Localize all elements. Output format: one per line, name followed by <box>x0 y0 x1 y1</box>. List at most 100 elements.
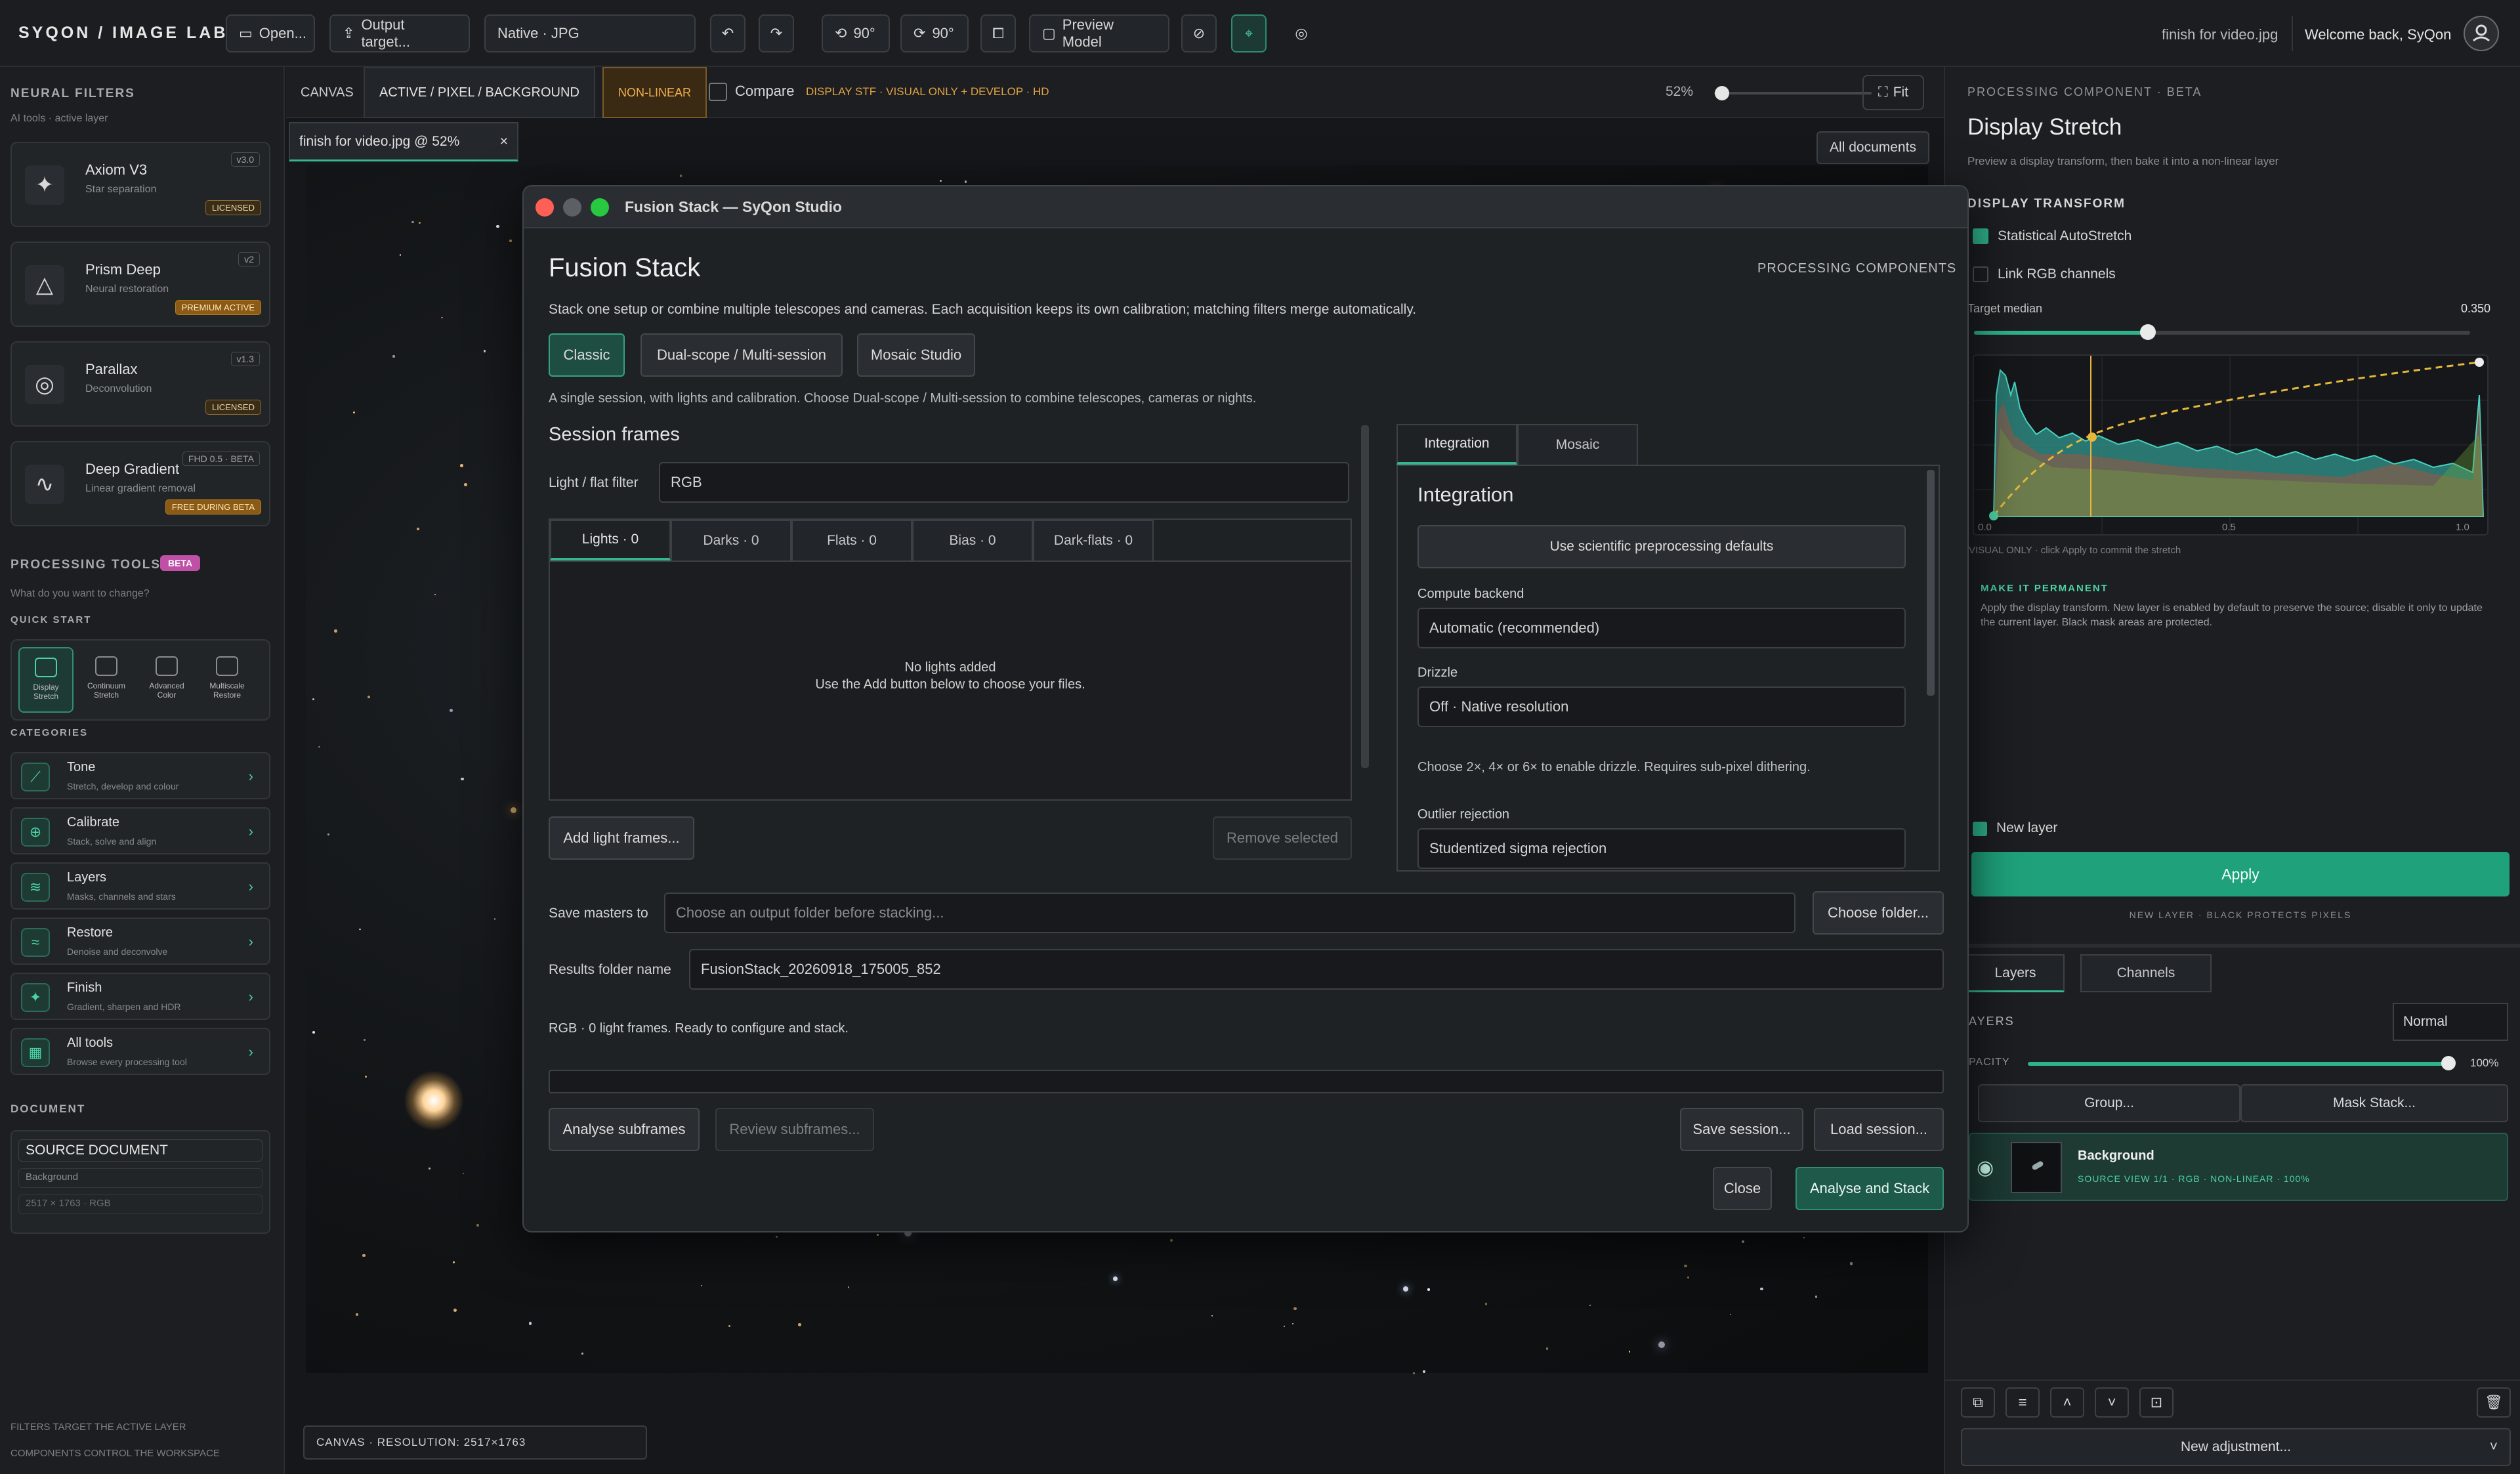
tab-dark-flats[interactable]: Dark-flats · 0 <box>1033 520 1154 560</box>
filter-card-prism[interactable]: △ Prism Deep Neural restoration v2 PREMI… <box>10 242 270 327</box>
quick-continuum-stretch[interactable]: Continuum Stretch <box>79 647 134 713</box>
new-adjustment-select[interactable]: New adjustment... ˅ <box>1961 1428 2511 1466</box>
crop-button[interactable]: ⧠ <box>980 14 1016 53</box>
compute-select[interactable]: Automatic (recommended) <box>1418 608 1906 648</box>
stack-layer-button[interactable]: ≡ <box>2006 1387 2040 1418</box>
tab-layers[interactable]: Layers <box>1966 954 2065 992</box>
rotate-right-button[interactable]: ⟳ 90° <box>900 14 969 53</box>
open-button[interactable]: ▭ Open... <box>226 14 315 53</box>
tab-flats[interactable]: Flats · 0 <box>791 520 912 560</box>
category-tone[interactable]: ⟋ Tone Stretch, develop and colour › <box>10 752 270 799</box>
canvas-path[interactable]: ACTIVE / PIXEL / BACKGROUND <box>364 67 595 118</box>
minimize-window-button[interactable] <box>563 198 581 217</box>
zoom-slider-handle[interactable] <box>1715 86 1729 100</box>
tab-lights[interactable]: Lights · 0 <box>550 520 671 560</box>
delete-layer-button[interactable]: 🗑 <box>2477 1387 2511 1418</box>
frames-list[interactable]: No lights added Use the Add button below… <box>550 560 1351 799</box>
tab-channels[interactable]: Channels <box>2080 954 2212 992</box>
visual-only-note: VISUAL ONLY · click Apply to commit the … <box>1969 545 2181 556</box>
layer-row-background[interactable]: ◉ Background SOURCE VIEW 1/1 · RGB · NON… <box>1969 1133 2508 1201</box>
target-button[interactable]: ⌖ <box>1231 14 1267 53</box>
star <box>1293 1307 1297 1310</box>
mask-stack-button[interactable]: Mask Stack... <box>2240 1084 2508 1122</box>
all-documents-button[interactable]: All documents <box>1816 131 1929 164</box>
drizzle-select[interactable]: Off · Native resolution <box>1418 686 1906 727</box>
category-calibrate[interactable]: ⊕ Calibrate Stack, solve and align › <box>10 807 270 854</box>
fit-layer-button[interactable]: ⊡ <box>2139 1387 2174 1418</box>
remove-selected-button[interactable]: Remove selected <box>1213 816 1352 860</box>
tab-darks[interactable]: Darks · 0 <box>671 520 791 560</box>
tab-bias[interactable]: Bias · 0 <box>912 520 1033 560</box>
format-select[interactable]: Native · JPG <box>484 14 696 53</box>
review-subframes-button[interactable]: Review subframes... <box>715 1108 874 1151</box>
quick-multiscale-restore[interactable]: Multiscale Restore <box>200 647 255 713</box>
avatar[interactable] <box>2464 16 2499 51</box>
move-up-button[interactable]: ˄ <box>2050 1387 2084 1418</box>
analyse-subframes-button[interactable]: Analyse subframes <box>549 1108 700 1151</box>
target-median-slider[interactable] <box>1974 324 2470 340</box>
add-light-frames-button[interactable]: Add light frames... <box>549 816 694 860</box>
mode-mosaic-studio[interactable]: Mosaic Studio <box>857 333 975 377</box>
fit-button[interactable]: ⛶ Fit <box>1862 75 1924 110</box>
left-scrollbar[interactable] <box>1361 425 1369 768</box>
scientific-defaults-button[interactable]: Use scientific preprocessing defaults <box>1418 525 1906 568</box>
opacity-slider[interactable] <box>2028 1056 2456 1070</box>
close-button[interactable]: Close <box>1713 1167 1772 1210</box>
rotate-left-button[interactable]: ⟲ 90° <box>822 14 890 53</box>
globe-button[interactable]: ◎ <box>1284 14 1319 53</box>
choose-folder-button[interactable]: Choose folder... <box>1813 891 1944 935</box>
close-icon[interactable]: × <box>500 134 508 150</box>
category-layers[interactable]: ≋ Layers Masks, channels and stars › <box>10 862 270 910</box>
quick-advanced-color[interactable]: Advanced Color <box>139 647 194 713</box>
autostretch-checkbox[interactable] <box>1973 228 1988 244</box>
star <box>363 1038 366 1041</box>
quick-display-stretch[interactable]: Display Stretch <box>18 647 74 713</box>
opacity-handle[interactable] <box>2441 1056 2456 1070</box>
outlier-select[interactable]: Studentized sigma rejection <box>1418 828 1906 869</box>
star <box>428 1167 431 1170</box>
undo-button[interactable]: ↶ <box>710 14 746 53</box>
right-scrollbar[interactable] <box>1927 470 1935 696</box>
save-session-button[interactable]: Save session... <box>1680 1108 1803 1151</box>
eye-icon[interactable]: ◉ <box>1977 1156 1994 1179</box>
close-window-button[interactable] <box>536 198 554 217</box>
curve-point-mid[interactable] <box>2088 432 2097 442</box>
tab-integration[interactable]: Integration <box>1396 424 1517 465</box>
load-session-button[interactable]: Load session... <box>1814 1108 1944 1151</box>
new-layer-label: New layer <box>1996 820 2058 835</box>
bandage-button[interactable]: ⊘ <box>1181 14 1217 53</box>
preview-model-button[interactable]: ▢ Preview Model <box>1029 14 1169 53</box>
link-rgb-checkbox[interactable] <box>1973 266 1988 282</box>
curve-point-start[interactable] <box>1989 511 1998 520</box>
zoom-slider[interactable] <box>1714 86 1872 100</box>
analyse-and-stack-button[interactable]: Analyse and Stack <box>1796 1167 1944 1210</box>
category-all-tools[interactable]: ▦ All tools Browse every processing tool › <box>10 1028 270 1075</box>
results-input[interactable]: FusionStack_20260918_175005_852 <box>689 949 1944 990</box>
apply-button[interactable]: Apply <box>1971 852 2510 896</box>
document-tab[interactable]: finish for video.jpg @ 52% × <box>289 122 518 161</box>
filter-card-axiom[interactable]: ✦ Axiom V3 Star separation v3.0 LICENSED <box>10 142 270 227</box>
tab-mosaic[interactable]: Mosaic <box>1517 424 1638 465</box>
blend-mode-select[interactable]: Normal <box>2393 1003 2508 1041</box>
curve-point-end[interactable] <box>2475 358 2484 367</box>
histogram-curve[interactable]: 0.0 0.5 1.0 <box>1973 354 2488 536</box>
filter-card-parallax[interactable]: ◎ Parallax Deconvolution v1.3 LICENSED <box>10 341 270 427</box>
compare-checkbox[interactable] <box>709 83 727 101</box>
save-masters-input[interactable]: Choose an output folder before stacking.… <box>664 893 1796 933</box>
filter-card-deep-gradient[interactable]: ∿ Deep Gradient Linear gradient removal … <box>10 441 270 526</box>
move-down-button[interactable]: ˅ <box>2095 1387 2129 1418</box>
category-finish[interactable]: ✦ Finish Gradient, sharpen and HDR › <box>10 973 270 1020</box>
category-restore[interactable]: ≈ Restore Denoise and deconvolve › <box>10 917 270 965</box>
slider-handle[interactable] <box>2139 324 2156 340</box>
duplicate-layer-button[interactable]: ⧉ <box>1961 1387 1995 1418</box>
user-icon <box>2473 24 2490 42</box>
new-layer-checkbox[interactable] <box>1973 822 1987 836</box>
group-button[interactable]: Group... <box>1978 1084 2240 1122</box>
filter-input[interactable]: RGB <box>659 462 1349 503</box>
mode-classic[interactable]: Classic <box>549 333 625 377</box>
zoom-window-button[interactable] <box>591 198 609 217</box>
redo-button[interactable]: ↷ <box>759 14 794 53</box>
output-target-button[interactable]: ⇪ Output target... <box>329 14 470 53</box>
mode-dual-scope[interactable]: Dual-scope / Multi-session <box>640 333 843 377</box>
processing-components-label: PROCESSING COMPONENTS <box>1757 261 1957 276</box>
